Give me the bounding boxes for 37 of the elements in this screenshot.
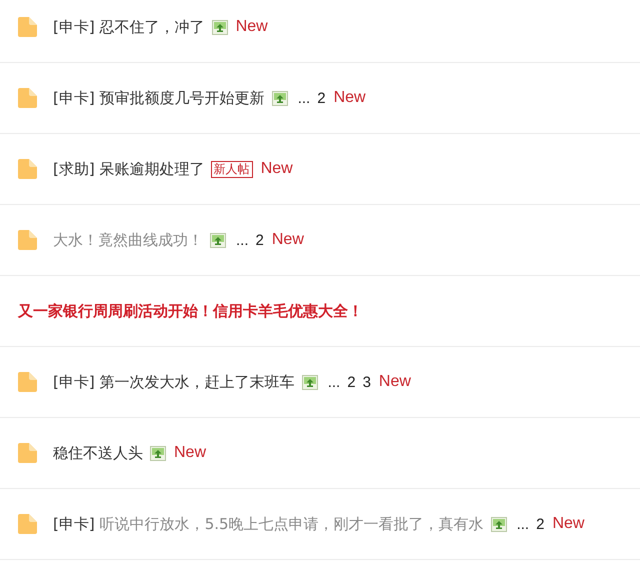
category-link[interactable]: [申卡]	[53, 514, 95, 534]
ellipsis: ...	[298, 90, 310, 106]
page-link[interactable]: 2	[256, 232, 264, 248]
new-label: New	[236, 18, 268, 36]
thread-title-link[interactable]: 稳住不送人头	[53, 444, 143, 462]
thread-title-link[interactable]: 预审批额度几号开始更新	[100, 88, 265, 108]
page-link[interactable]: 3	[362, 374, 371, 390]
new-label: New	[174, 444, 206, 462]
document-icon	[18, 87, 38, 109]
category-link[interactable]: [求助]	[53, 160, 95, 178]
document-icon	[18, 229, 38, 251]
document-icon	[18, 16, 38, 38]
category-link[interactable]: [申卡]	[53, 18, 95, 36]
page-link[interactable]: 2	[317, 90, 326, 106]
new-label: New	[334, 89, 366, 107]
document-icon	[18, 513, 38, 535]
thread-title-link[interactable]: 听说中行放水，5.5晚上七点申请，刚才一看批了，真有水	[100, 514, 484, 534]
thread-title-link[interactable]: 忍不住了，冲了	[100, 18, 205, 36]
category-link[interactable]: [申卡]	[53, 372, 95, 392]
document-icon	[18, 158, 38, 180]
new-label: New	[272, 231, 304, 249]
thread-title-link[interactable]: 大水！竟然曲线成功！	[53, 230, 203, 250]
category-link[interactable]: [申卡]	[53, 88, 95, 108]
headline-link[interactable]: 又一家银行周周刷活动开始！信用卡羊毛优惠大全！	[18, 302, 363, 320]
new-user-tag: 新人帖	[210, 160, 253, 178]
thread-title-link[interactable]: 第一次发大水，赶上了末班车	[100, 372, 295, 392]
document-icon	[18, 371, 38, 393]
document-icon	[18, 442, 38, 464]
ellipsis: ...	[328, 374, 340, 390]
new-label: New	[378, 373, 411, 391]
ellipsis: ...	[236, 232, 249, 248]
new-label: New	[552, 515, 584, 533]
new-label: New	[260, 160, 293, 178]
ellipsis: ...	[516, 516, 530, 532]
page-link[interactable]: 2	[536, 516, 544, 532]
thread-title-link[interactable]: 呆账逾期处理了	[100, 160, 205, 178]
page-link[interactable]: 2	[347, 374, 356, 390]
